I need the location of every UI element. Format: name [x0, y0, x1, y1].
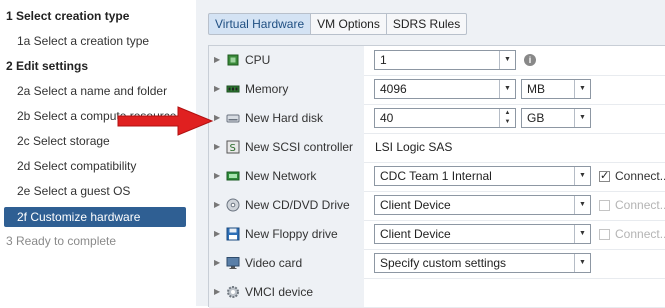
- expand-caret-icon[interactable]: ▶: [214, 171, 220, 180]
- row-label-area[interactable]: ▶ New CD/DVD Drive: [209, 191, 364, 220]
- hard-disk-label: New Hard disk: [245, 111, 324, 125]
- info-icon[interactable]: i: [524, 54, 536, 66]
- scsi-controller-label: New SCSI controller: [245, 140, 354, 154]
- cd-dvd-value: Client Device: [380, 198, 451, 212]
- hardware-row-scsi-controller: ▶ S New SCSI controller LSI Logic SAS: [209, 133, 665, 163]
- network-connect-label: Connect...: [615, 169, 665, 183]
- cd-dvd-select[interactable]: Client Device ▼: [374, 195, 591, 215]
- wizard-steps-nav: 1 Select creation type 1a Select a creat…: [0, 0, 195, 306]
- chevron-down-icon[interactable]: ▼: [499, 80, 515, 98]
- chevron-down-icon[interactable]: ▼: [574, 196, 590, 214]
- cpu-count-value: 1: [380, 53, 387, 67]
- expand-caret-icon[interactable]: ▶: [214, 200, 220, 209]
- chevron-down-icon[interactable]: ▼: [574, 225, 590, 243]
- chevron-down-icon[interactable]: ▼: [499, 51, 515, 69]
- scsi-controller-type: LSI Logic SAS: [375, 140, 453, 154]
- step-ready-to-complete: 3 Ready to complete: [6, 234, 117, 248]
- hardware-row-network: ▶ New Network CDC Team 1 Internal ▼ Conn…: [209, 162, 665, 192]
- virtual-hardware-list: ▶ CPU 1 ▼ i ▶ Memory 4096 ▼ MB ▼ ▶ New H…: [208, 45, 665, 308]
- svg-text:S: S: [230, 143, 236, 154]
- video-card-select[interactable]: Specify custom settings ▼: [374, 253, 591, 273]
- floppy-label: New Floppy drive: [245, 227, 338, 241]
- row-label-area[interactable]: ▶ S New SCSI controller: [209, 133, 364, 162]
- chevron-down-icon[interactable]: ▼: [574, 80, 590, 98]
- expand-caret-icon[interactable]: ▶: [214, 55, 220, 64]
- expand-caret-icon[interactable]: ▶: [214, 142, 220, 151]
- hard-disk-icon: [226, 114, 240, 123]
- memory-label: Memory: [245, 82, 289, 96]
- floppy-value: Client Device: [380, 227, 451, 241]
- monitor-icon: [226, 257, 240, 269]
- row-label-area[interactable]: ▶ Video card: [209, 249, 364, 278]
- network-select[interactable]: CDC Team 1 Internal ▼: [374, 166, 591, 186]
- cd-dvd-label: New CD/DVD Drive: [245, 198, 350, 212]
- step-select-creation-type[interactable]: 1 Select creation type: [6, 6, 196, 26]
- tab-vm-options[interactable]: VM Options: [311, 13, 387, 35]
- cpu-count-select[interactable]: 1 ▼: [374, 50, 516, 70]
- chevron-down-icon[interactable]: ▼: [574, 109, 590, 127]
- chevron-down-icon[interactable]: ▼: [574, 167, 590, 185]
- tab-sdrs-rules[interactable]: SDRS Rules: [386, 13, 468, 35]
- spinner-down-icon[interactable]: ▼: [500, 118, 515, 127]
- chip-icon: [227, 54, 239, 66]
- step-select-a-creation-type[interactable]: 1a Select a creation type: [17, 31, 207, 51]
- spinner-up-icon[interactable]: ▲: [500, 109, 515, 118]
- scsi-controller-icon: S: [226, 140, 240, 154]
- hard-disk-size-value: 40: [380, 111, 394, 125]
- chevron-down-icon[interactable]: ▼: [574, 254, 590, 272]
- video-card-label: Video card: [245, 256, 303, 270]
- cd-dvd-connect-checkbox[interactable]: [599, 200, 610, 211]
- row-label-area[interactable]: ▶ New Network: [209, 162, 364, 191]
- hardware-row-floppy: ▶ New Floppy drive Client Device ▼ Conne…: [209, 220, 665, 250]
- floppy-connect-checkbox[interactable]: [599, 229, 610, 240]
- row-label-area[interactable]: ▶ New Floppy drive: [209, 220, 364, 249]
- row-label-area[interactable]: ▶ CPU: [209, 46, 364, 75]
- hard-disk-unit-select[interactable]: GB ▼: [521, 108, 591, 128]
- tab-virtual-hardware[interactable]: Virtual Hardware: [208, 13, 312, 35]
- settings-tabs: Virtual Hardware VM Options SDRS Rules: [208, 13, 468, 35]
- hardware-row-cpu: ▶ CPU 1 ▼ i: [209, 46, 665, 76]
- step-select-compatibility[interactable]: 2d Select compatibility: [17, 156, 207, 176]
- floppy-icon: [226, 227, 240, 241]
- memory-unit-value: MB: [527, 82, 545, 96]
- row-label-area[interactable]: ▶ Memory: [209, 75, 364, 104]
- hardware-row-hard-disk: ▶ New Hard disk 40 ▲ ▼ GB ▼: [209, 104, 665, 134]
- floppy-select[interactable]: Client Device ▼: [374, 224, 591, 244]
- memory-size-input[interactable]: 4096 ▼: [374, 79, 516, 99]
- video-card-value: Specify custom settings: [380, 256, 507, 270]
- network-value: CDC Team 1 Internal: [380, 169, 492, 183]
- hardware-row-memory: ▶ Memory 4096 ▼ MB ▼: [209, 75, 665, 105]
- network-icon: [226, 171, 240, 181]
- step-select-guest-os[interactable]: 2e Select a guest OS: [17, 181, 207, 201]
- hardware-row-video-card: ▶ Video card Specify custom settings ▼: [209, 249, 665, 279]
- step-customize-hardware[interactable]: 2f Customize hardware: [4, 207, 186, 227]
- expand-caret-icon[interactable]: ▶: [214, 258, 220, 267]
- expand-caret-icon[interactable]: ▶: [214, 84, 220, 93]
- cpu-label: CPU: [245, 53, 271, 67]
- red-arrow-annotation: [117, 106, 214, 136]
- hardware-row-vmci: ▶ VMCI device: [209, 278, 665, 308]
- memory-size-value: 4096: [380, 82, 407, 96]
- cd-dvd-icon: [226, 198, 240, 212]
- customize-hardware-panel: Virtual Hardware VM Options SDRS Rules ▶…: [196, 0, 665, 308]
- floppy-connect-label: Connect...: [615, 227, 665, 241]
- memory-icon: [226, 85, 240, 93]
- gear-icon: [227, 286, 239, 298]
- step-select-name-and-folder[interactable]: 2a Select a name and folder: [17, 81, 207, 101]
- network-label: New Network: [245, 169, 317, 183]
- vmci-label: VMCI device: [245, 285, 314, 299]
- hard-disk-unit-value: GB: [527, 111, 545, 125]
- cd-dvd-connect-label: Connect...: [615, 198, 665, 212]
- hardware-row-cd-dvd: ▶ New CD/DVD Drive Client Device ▼ Conne…: [209, 191, 665, 221]
- row-label-area[interactable]: ▶ New Hard disk: [209, 104, 364, 133]
- memory-unit-select[interactable]: MB ▼: [521, 79, 591, 99]
- expand-caret-icon[interactable]: ▶: [214, 229, 220, 238]
- expand-caret-icon[interactable]: ▶: [214, 287, 220, 296]
- step-edit-settings[interactable]: 2 Edit settings: [6, 56, 196, 76]
- size-spinner[interactable]: ▲ ▼: [499, 109, 515, 127]
- row-label-area[interactable]: ▶ VMCI device: [209, 278, 364, 307]
- network-connect-checkbox[interactable]: [599, 169, 610, 182]
- hard-disk-size-input[interactable]: 40 ▲ ▼: [374, 108, 516, 128]
